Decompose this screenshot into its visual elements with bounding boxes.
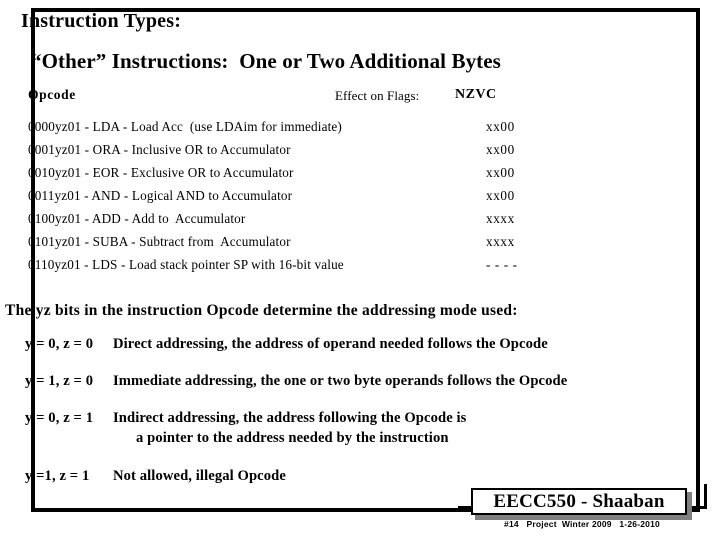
addressing-mode-description: Not allowed, illegal Opcode xyxy=(113,468,286,484)
addressing-intro-text: The yz bits in the instruction Opcode de… xyxy=(5,302,518,319)
addressing-mode-description: Immediate addressing, the one or two byt… xyxy=(113,373,568,389)
opcode-description: 0100yz01 - ADD - Add to Accumulator xyxy=(28,211,246,226)
footer-note: #14 Project Winter 2009 1-26-2010 xyxy=(504,519,660,529)
addressing-mode-label: y =1, z = 1 xyxy=(25,468,90,484)
badge-box: EECC550 - Shaaban xyxy=(471,488,687,515)
opcode-description: 0011yz01 - AND - Logical AND to Accumula… xyxy=(28,188,293,203)
opcode-flags: xx00 xyxy=(486,142,515,157)
opcode-description: 0110yz01 - LDS - Load stack pointer SP w… xyxy=(28,257,344,272)
opcode-description: 0001yz01 - ORA - Inclusive OR to Accumul… xyxy=(28,142,291,157)
addressing-mode-list: y = 0, z = 0 Direct addressing, the addr… xyxy=(25,336,675,498)
slide-subtitle: “Other” Instructions: One or Two Additio… xyxy=(31,49,501,73)
table-row: 0110yz01 - LDS - Load stack pointer SP w… xyxy=(28,257,628,280)
table-row: 0101yz01 - SUBA - Subtract from Accumula… xyxy=(28,234,628,257)
opcode-flags: xxxx xyxy=(486,234,515,249)
column-header-effect-on-flags: Effect on Flags: xyxy=(335,88,420,103)
column-header-opcode: Opcode xyxy=(28,87,76,102)
page-title: Instruction Types: xyxy=(21,10,182,32)
list-item: y = 0, z = 1 Indirect addressing, the ad… xyxy=(25,410,675,468)
addressing-mode-label: y = 1, z = 0 xyxy=(25,373,94,389)
table-row: 0010yz01 - EOR - Exclusive OR to Accumul… xyxy=(28,165,628,188)
opcode-table: 0000yz01 - LDA - Load Acc (use LDAim for… xyxy=(28,119,628,280)
opcode-flags: xx00 xyxy=(486,188,515,203)
addressing-mode-label: y = 0, z = 0 xyxy=(25,336,94,352)
opcode-description: 0101yz01 - SUBA - Subtract from Accumula… xyxy=(28,234,291,249)
opcode-flags: xxxx xyxy=(486,211,515,226)
addressing-mode-description: Direct addressing, the address of operan… xyxy=(113,336,548,352)
addressing-mode-description-line2: a pointer to the address needed by the i… xyxy=(136,430,449,446)
connector-line-right-vertical xyxy=(704,484,707,509)
addressing-mode-label: y = 0, z = 1 xyxy=(25,410,94,426)
table-row: 0100yz01 - ADD - Add to Accumulator xxxx xyxy=(28,211,628,234)
opcode-flags: xx00 xyxy=(486,119,515,134)
course-label: EECC550 - Shaaban xyxy=(493,491,665,512)
footer-badge: EECC550 - Shaaban #14 Project Winter 200… xyxy=(440,484,710,540)
opcode-description: 0000yz01 - LDA - Load Acc (use LDAim for… xyxy=(28,119,342,134)
list-item: y = 0, z = 0 Direct addressing, the addr… xyxy=(25,336,675,373)
addressing-mode-description: Indirect addressing, the address followi… xyxy=(113,410,467,426)
table-row: 0011yz01 - AND - Logical AND to Accumula… xyxy=(28,188,628,211)
table-row: 0001yz01 - ORA - Inclusive OR to Accumul… xyxy=(28,142,628,165)
list-item: y = 1, z = 0 Immediate addressing, the o… xyxy=(25,373,675,410)
opcode-description: 0010yz01 - EOR - Exclusive OR to Accumul… xyxy=(28,165,294,180)
table-row: 0000yz01 - LDA - Load Acc (use LDAim for… xyxy=(28,119,628,142)
opcode-flags: - - - - xyxy=(486,257,518,272)
slide-canvas: Instruction Types: “Other” Instructions:… xyxy=(0,0,720,540)
column-header-nzvc: NZVC xyxy=(455,87,497,102)
opcode-flags: xx00 xyxy=(486,165,515,180)
